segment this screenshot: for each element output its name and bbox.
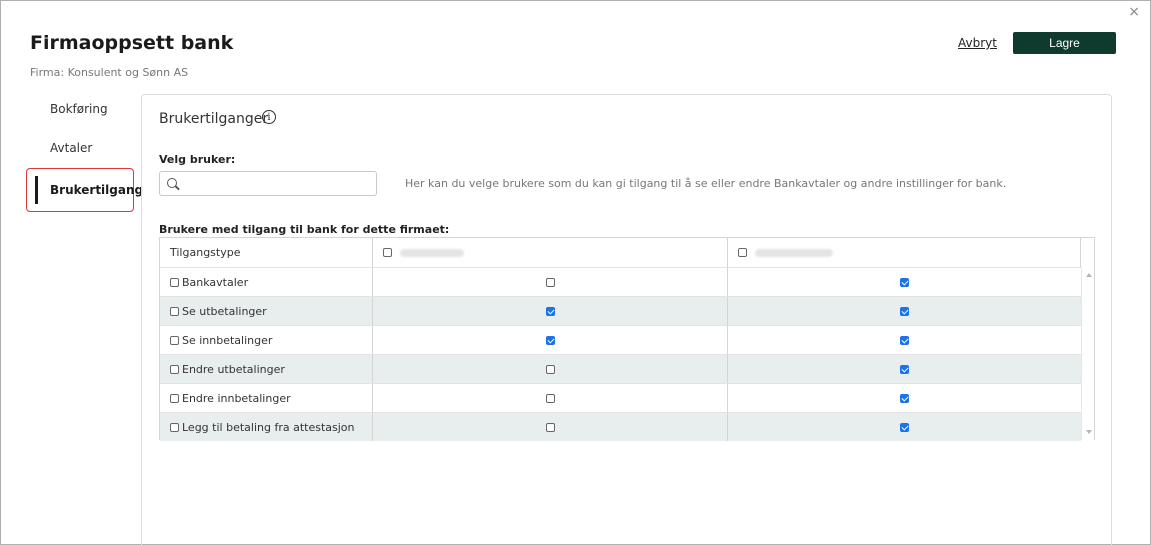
user-1-cell — [373, 297, 728, 325]
help-text: Her kan du velge brukere som du kan gi t… — [405, 177, 1007, 190]
row-checkbox[interactable] — [170, 422, 179, 432]
save-button[interactable]: Lagre — [1013, 32, 1116, 54]
table-row: Endre utbetalinger — [160, 354, 1081, 383]
scroll-down-icon[interactable] — [1086, 430, 1092, 434]
user-2-checkbox[interactable] — [900, 306, 909, 316]
user-2-checkbox[interactable] — [900, 364, 909, 374]
table-row: Bankavtaler — [160, 267, 1081, 296]
row-checkbox[interactable] — [170, 364, 179, 374]
row-checkbox[interactable] — [170, 277, 179, 287]
user-2-checkbox[interactable] — [900, 422, 909, 432]
select-all-user-2-checkbox[interactable] — [738, 248, 747, 257]
table-header-row: Tilgangstype — [160, 238, 1081, 267]
user-2-cell — [728, 326, 1081, 354]
user-1-cell — [373, 384, 728, 412]
user-1-cell — [373, 355, 728, 383]
row-label: Endre utbetalinger — [182, 362, 285, 376]
row-checkbox[interactable] — [170, 306, 179, 316]
table-scrollbar[interactable] — [1081, 267, 1094, 440]
user-2-checkbox[interactable] — [900, 393, 909, 403]
user-2-checkbox[interactable] — [900, 277, 909, 287]
column-header-user-1 — [373, 238, 728, 267]
scroll-up-icon[interactable] — [1086, 273, 1092, 277]
user-search-input[interactable] — [186, 174, 372, 193]
user-2-cell — [728, 384, 1081, 412]
row-checkbox[interactable] — [170, 335, 179, 345]
user-2-cell — [728, 268, 1081, 296]
user-1-cell — [373, 268, 728, 296]
search-icon — [167, 178, 177, 188]
select-user-label: Velg bruker: — [159, 153, 236, 166]
user-1-cell — [373, 413, 728, 441]
table-row: Legg til betaling fra attestasjon — [160, 412, 1081, 441]
column-header-user-2 — [728, 238, 1081, 267]
page-title: Firmaoppsett bank — [30, 32, 234, 54]
row-label: Se utbetalinger — [182, 304, 267, 318]
row-label-cell: Legg til betaling fra attestasjon — [160, 413, 373, 441]
info-icon[interactable]: i — [262, 110, 276, 124]
table-row: Se utbetalinger — [160, 296, 1081, 325]
row-checkbox[interactable] — [170, 393, 179, 403]
row-label-cell: Endre utbetalinger — [160, 355, 373, 383]
cancel-button[interactable]: Avbryt — [958, 36, 997, 50]
column-header-tilgangstype: Tilgangstype — [160, 238, 373, 267]
row-label-cell: Bankavtaler — [160, 268, 373, 296]
firm-bank-setup-dialog: × Firmaoppsett bank Firma: Konsulent og … — [0, 0, 1151, 545]
row-label: Endre innbetalinger — [182, 391, 291, 405]
user-2-cell — [728, 355, 1081, 383]
select-all-user-1-checkbox[interactable] — [383, 248, 392, 257]
row-label: Bankavtaler — [182, 275, 249, 289]
user-1-checkbox[interactable] — [545, 277, 555, 287]
obscured-user-name — [400, 248, 464, 257]
user-2-checkbox[interactable] — [900, 335, 909, 345]
obscured-user-name — [755, 248, 833, 257]
user-1-checkbox[interactable] — [545, 364, 555, 374]
row-label: Legg til betaling fra attestasjon — [182, 420, 355, 434]
table-row: Endre innbetalinger — [160, 383, 1081, 412]
table-title: Brukere med tilgang til bank for dette f… — [159, 223, 450, 236]
user-1-checkbox[interactable] — [545, 393, 555, 403]
row-label: Se innbetalinger — [182, 333, 273, 347]
user-1-checkbox[interactable] — [545, 335, 555, 345]
table-row: Se innbetalinger — [160, 325, 1081, 354]
user-1-checkbox[interactable] — [545, 422, 555, 432]
company-subtitle: Firma: Konsulent og Sønn AS — [30, 66, 189, 79]
section-title: Brukertilganger — [159, 111, 269, 127]
user-1-cell — [373, 326, 728, 354]
sidebar-item-label: Brukertilgang — [50, 183, 144, 197]
row-label-cell: Se utbetalinger — [160, 297, 373, 325]
close-icon[interactable]: × — [1128, 5, 1140, 19]
user-search-box[interactable] — [159, 171, 377, 196]
active-indicator — [35, 176, 38, 204]
sidebar-item-brukertilgang[interactable]: Brukertilgang — [26, 168, 143, 212]
row-label-cell: Se innbetalinger — [160, 326, 373, 354]
access-table: Tilgangstype Bankavtaler Se utbetalinger… — [159, 237, 1095, 441]
user-1-checkbox[interactable] — [545, 306, 555, 316]
user-2-cell — [728, 297, 1081, 325]
sidebar-item-avtaler[interactable]: Avtaler — [50, 141, 92, 155]
sidebar-item-bokforing[interactable]: Bokføring — [50, 102, 108, 116]
row-label-cell: Endre innbetalinger — [160, 384, 373, 412]
user-2-cell — [728, 413, 1081, 441]
